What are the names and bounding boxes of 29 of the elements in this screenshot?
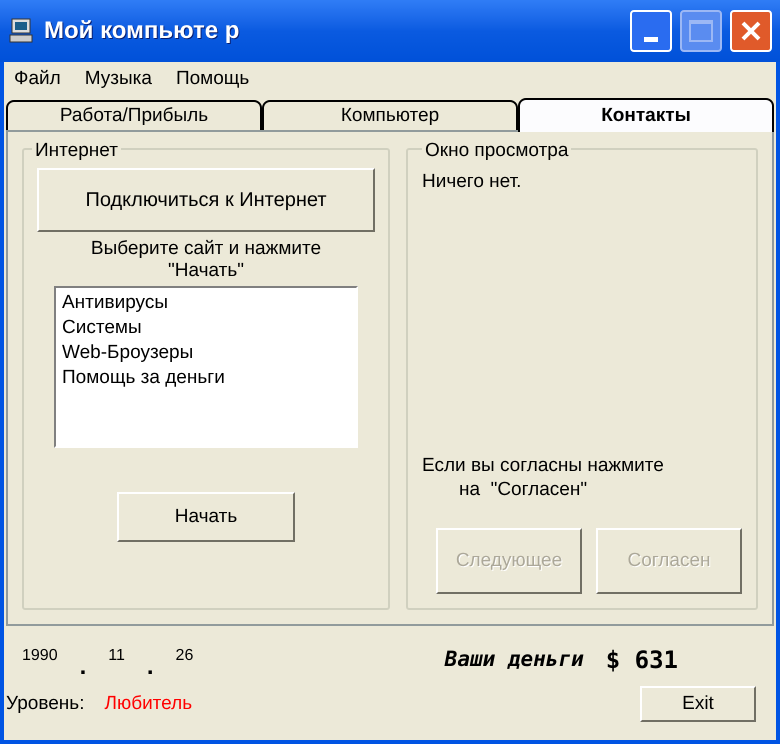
money-label: Ваши деньги <box>444 646 584 674</box>
start-button[interactable]: Начать <box>117 492 295 542</box>
exit-button[interactable]: Exit <box>640 686 756 722</box>
tab[interactable]: Компьютер <box>262 100 518 130</box>
menu-item[interactable]: Файл <box>14 64 61 94</box>
preview-text: Ничего нет. <box>422 170 522 194</box>
date-separator: . <box>146 652 154 682</box>
prompt-text: Если вы согласны нажмите на "Согласен" <box>422 454 664 502</box>
date-part: 26 <box>176 646 194 666</box>
list-item[interactable]: Web-Броузеры <box>61 340 194 365</box>
menu-item[interactable]: Музыка <box>84 64 152 94</box>
level-label: Уровень: <box>6 692 84 716</box>
money-amount: $ 631 <box>606 645 678 676</box>
menu-item[interactable]: Помощь <box>176 64 250 94</box>
minimize-button[interactable] <box>630 10 672 52</box>
level-value: Любитель <box>104 692 192 716</box>
close-button[interactable] <box>730 10 772 52</box>
connect-button[interactable]: Подключиться к Интернет <box>37 168 375 232</box>
list-item[interactable]: Антивирусы <box>61 290 169 315</box>
date-separator: . <box>80 652 86 682</box>
instruction-text: Выберите сайт и нажмите "Начать" <box>90 238 322 282</box>
list-item[interactable]: Системы <box>61 315 143 340</box>
list-item[interactable]: Помощь за деньги <box>61 365 226 390</box>
window-title: Мой компьюте р <box>44 16 240 46</box>
date-part: 11 <box>108 646 125 666</box>
tab[interactable]: Работа/Прибыль <box>6 100 262 130</box>
tab[interactable]: Контакты <box>518 98 774 132</box>
close-icon <box>739 19 763 43</box>
date-part: 1990 <box>22 646 58 666</box>
